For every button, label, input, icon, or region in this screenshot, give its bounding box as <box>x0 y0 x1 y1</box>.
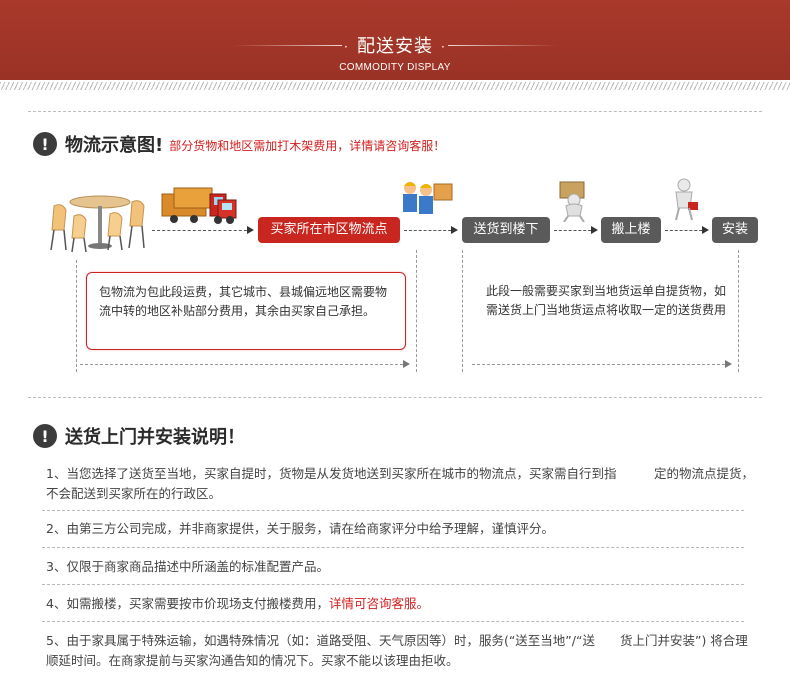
section-delivery-title: 送货上门并安装说明！ <box>65 427 245 448</box>
flow-step-install: 安装 <box>712 217 758 243</box>
alert-icon: ! <box>33 424 57 448</box>
header-dot-right: · <box>441 40 445 54</box>
item-separator <box>42 621 744 622</box>
section-logistics-heading: ! 物流示意图! 部分货物和地区需加打木架费用，详情请咨询客服！ <box>33 131 445 157</box>
note-self-pickup: 此段一般需要买家到当地货运单自提货物，如需送货上门当地货运点将收取一定的送货费用 <box>486 284 727 317</box>
flow-arrow <box>404 226 458 234</box>
flow-step-deliver-downstairs: 送货到楼下 <box>462 217 550 243</box>
contact-service-highlight: 详情可咨询客服。 <box>328 596 429 611</box>
flow-arrow <box>665 226 709 234</box>
header-banner: · 配送安装 · COMMODITY DISPLAY <box>0 0 790 80</box>
section-logistics-title: 物流示意图! <box>65 135 164 156</box>
section-logistics-note: 部分货物和地区需加打木架费用，详情请咨询客服！ <box>169 139 446 153</box>
guide-line <box>738 250 739 372</box>
list-item: 1、当您选择了送货至当地，买家自提时，货物是从发货地送到买家所在城市的物流点，买… <box>46 466 754 501</box>
guide-line <box>416 250 417 372</box>
list-item: 2、由第三方公司完成，并非商家提供，关于服务，请在给商家评分中给予理解，谨慎评分… <box>46 521 554 536</box>
furniture-table-chairs-icon <box>50 195 145 253</box>
flow-step-carry-upstairs: 搬上楼 <box>601 217 661 243</box>
flow-arrow <box>554 226 598 234</box>
list-item-text: 4、如需搬楼，买家需要按市价现场支付搬楼费用， <box>46 596 329 611</box>
separator <box>28 397 762 398</box>
stripe-divider <box>0 82 790 90</box>
alert-icon: ! <box>33 132 57 156</box>
list-item: 5、由于家具属于特殊运输，如遇特殊情况（如：道路受阻、天气原因等）时，服务(“送… <box>46 633 748 668</box>
item-separator <box>42 584 744 585</box>
header-title: 配送安装 <box>357 36 433 57</box>
flow-step-logistics-point: 买家所在市区物流点 <box>258 217 400 243</box>
list-item: 4、如需搬楼，买家需要按市价现场支付搬楼费用，详情可咨询客服。 <box>46 594 754 614</box>
installer-figure-icon <box>675 178 698 221</box>
guide-line <box>76 260 77 372</box>
header-subtitle: COMMODITY DISPLAY <box>339 62 451 73</box>
truck-icon <box>161 187 237 224</box>
note-box-freight: 包物流为包此段运费，其它城市、县城偏远地区需要物流中转的地区补贴部分费用，其余由… <box>86 272 406 350</box>
item-separator <box>42 510 744 511</box>
range-arrow-right <box>472 360 732 368</box>
list-item: 3、仅限于商家商品描述中所涵盖的标准配置产品。 <box>46 559 329 574</box>
section-delivery-heading: ! 送货上门并安装说明！ <box>33 423 245 449</box>
porter-carrying-box-icon <box>559 181 585 222</box>
item-separator <box>42 547 744 548</box>
guide-line <box>462 250 463 372</box>
flow-arrow <box>152 226 254 234</box>
workers-icon <box>403 182 453 214</box>
range-arrow-left <box>80 360 410 368</box>
separator <box>28 111 762 112</box>
header-line-right <box>448 45 558 46</box>
